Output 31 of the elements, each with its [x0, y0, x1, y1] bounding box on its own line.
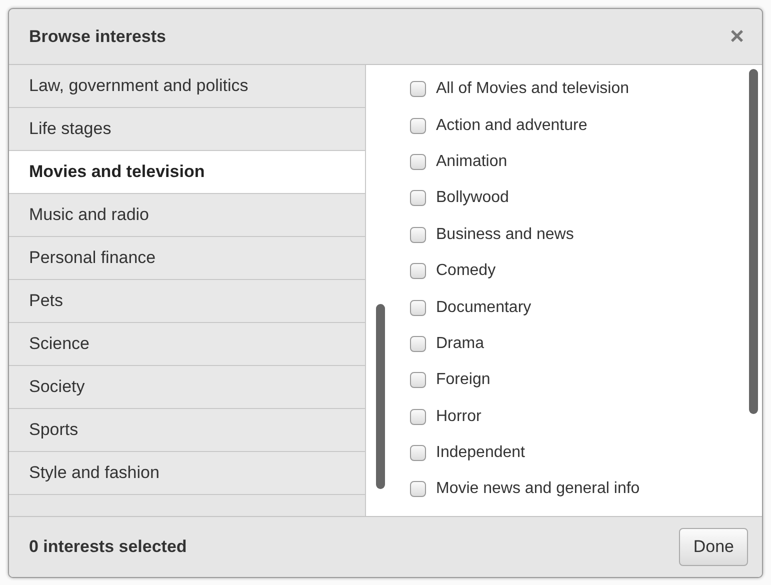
checkbox[interactable] [410, 372, 426, 388]
option-label: All of Movies and television [436, 80, 629, 98]
dialog-title: Browse interests [29, 26, 166, 46]
option-label: Comedy [436, 262, 496, 280]
done-button[interactable]: Done [679, 528, 748, 566]
close-button[interactable]: × [726, 24, 748, 48]
checkbox[interactable] [410, 445, 426, 462]
checkbox[interactable] [410, 300, 426, 316]
checkbox[interactable] [410, 81, 426, 98]
option-label: Bollywood [436, 189, 509, 208]
selection-count: 0 interests selected [29, 537, 187, 557]
scrollbar[interactable] [376, 304, 385, 489]
checkbox[interactable] [410, 481, 426, 498]
scrollbar[interactable] [749, 69, 758, 414]
checkbox[interactable] [410, 190, 426, 206]
checkbox[interactable] [410, 154, 426, 170]
option-label: Movie news and general info [436, 480, 640, 498]
checkbox[interactable] [410, 226, 426, 243]
checkbox[interactable] [410, 263, 426, 280]
checkbox[interactable] [410, 336, 426, 352]
option-label: Documentary [436, 298, 532, 317]
option-label: Foreign [436, 371, 490, 390]
option-label: Business and news [436, 226, 574, 244]
option-label: Action and adventure [436, 116, 588, 135]
option-label: Animation [436, 152, 508, 171]
option-label: Drama [436, 334, 484, 353]
checkbox[interactable] [410, 118, 426, 134]
category-item[interactable]: Movies and television [9, 151, 365, 194]
option-label: Horror [436, 408, 482, 426]
checkbox[interactable] [410, 408, 426, 425]
option-label: Independent [436, 444, 525, 462]
